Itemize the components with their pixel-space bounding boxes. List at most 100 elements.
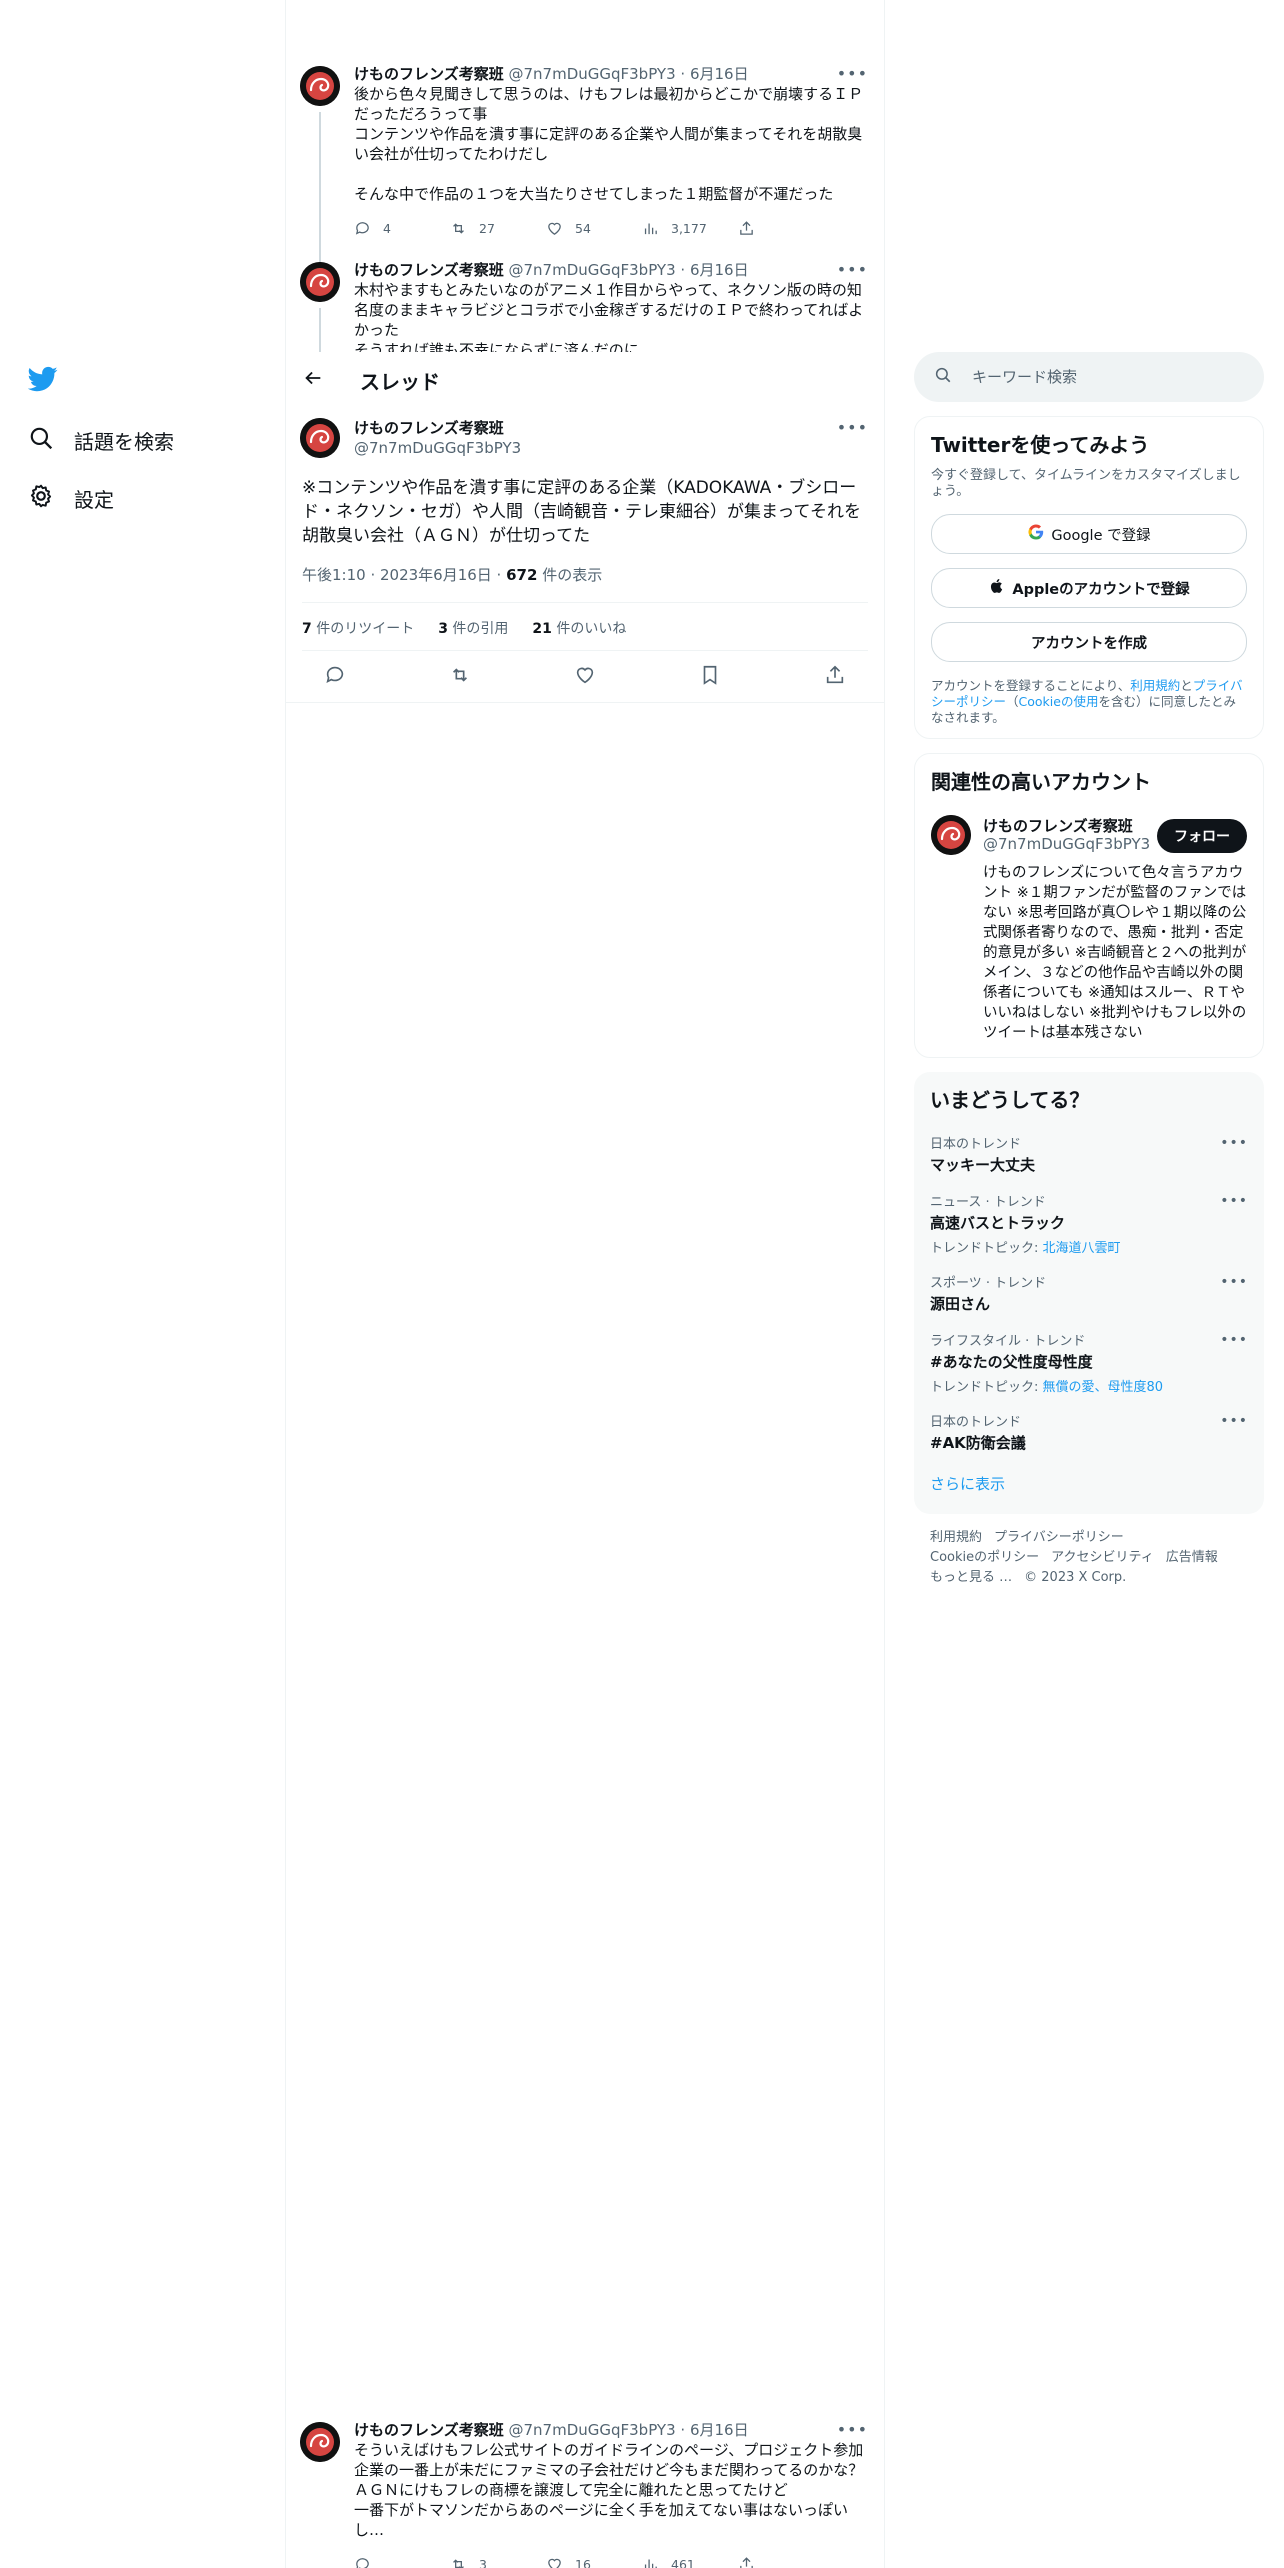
- retweet-button[interactable]: 27: [450, 220, 546, 237]
- retweets-stat[interactable]: 7 件のリツイート: [302, 618, 414, 638]
- avatar[interactable]: [931, 815, 971, 855]
- share-button[interactable]: [738, 220, 834, 237]
- footer-link[interactable]: 利用規約: [930, 1530, 982, 1545]
- nav-explore[interactable]: 話題を検索: [28, 420, 268, 460]
- share-icon[interactable]: [824, 664, 846, 690]
- tweet-meta: 午後1:10 · 2023年6月16日 · 672 件の表示: [302, 566, 603, 584]
- author-name[interactable]: けものフレンズ考察班: [354, 65, 504, 83]
- more-icon[interactable]: •••: [1220, 1135, 1248, 1151]
- trend-topic-link[interactable]: 北海道八雲町: [1043, 1241, 1121, 1256]
- view-count: 672: [506, 566, 538, 584]
- trend-item[interactable]: スポーツ · トレンド 源田さん •••: [930, 1272, 1248, 1314]
- reply-icon[interactable]: [324, 664, 346, 690]
- like-button[interactable]: 54: [546, 220, 642, 237]
- footer-link[interactable]: 広告情報: [1166, 1550, 1218, 1565]
- author-name[interactable]: けものフレンズ考察班: [354, 261, 504, 279]
- twitter-logo-icon[interactable]: [27, 364, 62, 398]
- tweet-text: 木村やますもとみたいなのがアニメ１作目からやって、ネクソン版の時の知名度のままキ…: [354, 281, 864, 352]
- tweet-actions: 3 16 461: [354, 2556, 834, 2568]
- account-item[interactable]: けものフレンズ考察班 @7n7mDuGGqF3bPY3 フォロー けものフレンズ…: [931, 815, 1247, 1045]
- focused-tweet: けものフレンズ考察班 @7n7mDuGGqF3bPY3 ••• ※コンテンツや作…: [286, 412, 884, 703]
- more-icon[interactable]: •••: [837, 260, 868, 279]
- like-button[interactable]: 16: [546, 2556, 642, 2568]
- avatar[interactable]: [300, 2422, 340, 2462]
- trends-title: いまどうしてる？: [930, 1088, 1090, 1112]
- heart-icon: [548, 2558, 561, 2568]
- account-bio: けものフレンズについて色々言うアカウント ※１期ファンだが監督のファンではない …: [983, 865, 1247, 1041]
- right-sidebar: Twitterを使ってみよう 今すぐ登録して、タイムラインをカスタマイズしましょ…: [914, 352, 1264, 1588]
- signup-card: Twitterを使ってみよう 今すぐ登録して、タイムラインをカスタマイズしましょ…: [914, 416, 1264, 739]
- tweet-text: そういえばけもフレ公式サイトのガイドラインのページ、プロジェクト参加企業の一番上…: [354, 2441, 864, 2539]
- more-icon[interactable]: •••: [1220, 1274, 1248, 1290]
- retweet-icon: [453, 2559, 464, 2568]
- more-icon[interactable]: •••: [837, 418, 868, 437]
- footer-link[interactable]: もっと見る …: [930, 1570, 1012, 1585]
- terms-link[interactable]: 利用規約: [1130, 678, 1180, 693]
- more-icon[interactable]: •••: [1220, 1413, 1248, 1429]
- gear-icon: [28, 483, 74, 514]
- signup-title: Twitterを使ってみよう: [931, 433, 1150, 457]
- cookie-link[interactable]: Cookieの使用: [1019, 694, 1099, 709]
- tweet-text: 後から色々見聞きして思うのは、けもフレは最初からどこかで崩壊するＩＰだっただろう…: [354, 85, 864, 203]
- author-handle[interactable]: @7n7mDuGGqF3bPY3: [508, 2421, 675, 2439]
- more-icon[interactable]: •••: [837, 64, 868, 83]
- signup-subtitle: 今すぐ登録して、タイムラインをカスタマイズしましょう。: [931, 468, 1241, 499]
- likes-stat[interactable]: 21 件のいいね: [532, 618, 626, 638]
- retweet-icon[interactable]: [449, 664, 471, 690]
- heart-icon: [548, 222, 561, 235]
- tweet-text: ※コンテンツや作品を潰す事に定評のある企業（KADOKAWA・ブシロード・ネクソ…: [302, 478, 861, 546]
- avatar[interactable]: [300, 262, 340, 302]
- apple-icon: [988, 577, 1012, 599]
- nav-settings[interactable]: 設定: [28, 478, 268, 518]
- footer-link[interactable]: アクセシビリティ: [1051, 1550, 1154, 1565]
- tweet-timestamp[interactable]: 午後1:10 · 2023年6月16日 ·: [302, 566, 506, 584]
- more-icon[interactable]: •••: [837, 2420, 868, 2439]
- author-name[interactable]: けものフレンズ考察班: [354, 2421, 504, 2439]
- account-handle[interactable]: @7n7mDuGGqF3bPY3: [983, 835, 1150, 853]
- views-button[interactable]: 461: [642, 2556, 738, 2568]
- follow-button[interactable]: フォロー: [1157, 819, 1247, 853]
- left-nav: 話題を検索 設定: [27, 364, 268, 536]
- google-signup-button[interactable]: Google で登録: [931, 514, 1247, 554]
- author-handle[interactable]: @7n7mDuGGqF3bPY3: [354, 438, 521, 458]
- show-more-link[interactable]: さらに表示: [930, 1473, 1248, 1494]
- footer-link[interactable]: Cookieのポリシー: [930, 1550, 1039, 1565]
- avatar[interactable]: [300, 66, 340, 106]
- reply-icon: [356, 2558, 369, 2568]
- share-icon: [740, 2557, 753, 2568]
- author-name[interactable]: けものフレンズ考察班: [354, 418, 504, 438]
- more-icon[interactable]: •••: [1220, 1193, 1248, 1209]
- tweet-date[interactable]: 6月16日: [690, 261, 749, 279]
- trend-item[interactable]: 日本のトレンド マッキー大丈夫 •••: [930, 1133, 1248, 1175]
- reply-button[interactable]: 4: [354, 220, 450, 237]
- back-arrow-icon[interactable]: [286, 367, 360, 393]
- reply-button[interactable]: [354, 2556, 450, 2568]
- retweet-button[interactable]: 3: [450, 2556, 546, 2568]
- author-handle[interactable]: @7n7mDuGGqF3bPY3: [508, 261, 675, 279]
- trend-item[interactable]: 日本のトレンド #AK防衛会議 •••: [930, 1411, 1248, 1453]
- quotes-stat[interactable]: 3 件の引用: [438, 618, 508, 638]
- apple-signup-button[interactable]: Appleのアカウントで登録: [931, 568, 1247, 608]
- trend-item[interactable]: ニュース · トレンド 高速バスとトラック トレンドトピック: 北海道八雲町 •…: [930, 1191, 1248, 1256]
- views-button[interactable]: 3,177: [642, 220, 738, 237]
- avatar[interactable]: [300, 418, 340, 458]
- more-icon[interactable]: •••: [1220, 1332, 1248, 1348]
- footer-link[interactable]: プライバシーポリシー: [994, 1530, 1124, 1545]
- share-button[interactable]: [738, 2556, 834, 2568]
- search-icon: [28, 425, 74, 456]
- trend-item[interactable]: ライフスタイル · トレンド #あなたの父性度母性度 トレンドトピック: 無償の…: [930, 1330, 1248, 1395]
- tweet[interactable]: けものフレンズ考察班 @7n7mDuGGqF3bPY3 · 6月16日 ••• …: [286, 258, 884, 352]
- tweet-date[interactable]: 6月16日: [690, 65, 749, 83]
- account-name[interactable]: けものフレンズ考察班: [983, 815, 1133, 836]
- thread-header: スレッド: [286, 352, 884, 408]
- bookmark-icon[interactable]: [699, 664, 721, 690]
- tweet[interactable]: けものフレンズ考察班 @7n7mDuGGqF3bPY3 · 6月16日 ••• …: [286, 62, 884, 262]
- create-account-button[interactable]: アカウントを作成: [931, 622, 1247, 662]
- tweet-date[interactable]: 6月16日: [690, 2421, 749, 2439]
- heart-icon[interactable]: [574, 664, 596, 690]
- trend-topic-link[interactable]: 無償の愛、母性度80: [1043, 1380, 1164, 1395]
- tweet[interactable]: けものフレンズ考察班 @7n7mDuGGqF3bPY3 · 6月16日 ••• …: [286, 2418, 884, 2568]
- search-input[interactable]: [970, 367, 1224, 387]
- search-box[interactable]: [914, 352, 1264, 402]
- author-handle[interactable]: @7n7mDuGGqF3bPY3: [508, 65, 675, 83]
